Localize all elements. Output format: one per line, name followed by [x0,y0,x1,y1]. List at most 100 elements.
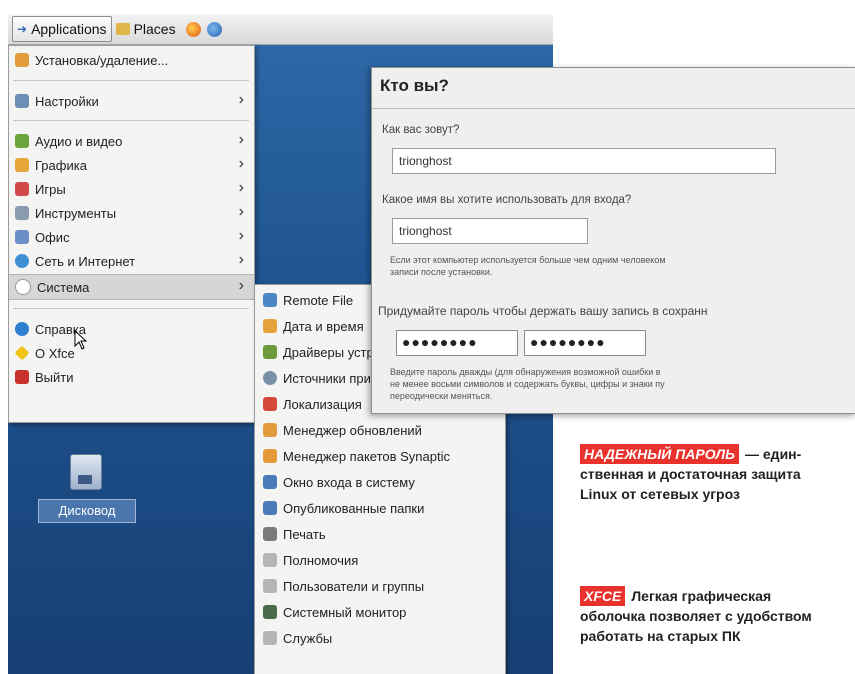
menu-item-graphics[interactable]: Графика › [9,153,254,177]
submenu-item-synaptic[interactable]: Менеджер пакетов Synaptic [255,443,505,469]
floppy-drive-label[interactable]: Дисковод [38,499,136,523]
submenu-item-label: Окно входа в систему [283,474,415,490]
chevron-right-icon: › [238,155,244,172]
menu-item-label: О Xfce [35,345,75,361]
password-label: Придумайте пароль чтобы держать вашу зап… [378,304,708,318]
network-icon [15,254,29,268]
sources-icon [263,371,277,385]
dialog-divider [372,108,855,109]
package-install-icon [15,53,29,67]
password-field[interactable]: ●●●●●●●● [396,330,518,356]
help-icon[interactable] [206,21,222,37]
firefox-icon[interactable] [185,21,201,37]
synaptic-icon [263,449,277,463]
applications-menu-button[interactable]: ➜ Applications [12,16,112,42]
menu-item-label: Графика [35,157,87,173]
submenu-item-label: Локализация [283,396,362,412]
remote-file-icon [263,293,277,307]
menu-item-games[interactable]: Игры › [9,177,254,201]
drivers-icon [263,345,277,359]
submenu-item-label: Полномочия [283,552,359,568]
floppy-drive-icon[interactable] [70,454,102,490]
password-note-line3: переодически меняться. [390,391,493,401]
menu-separator [13,80,249,81]
menu-item-label: Сеть и Интернет [35,253,136,269]
chevron-right-icon: › [238,179,244,196]
submenu-item-services[interactable]: Службы [255,625,505,651]
submenu-item-label: Дата и время [283,318,364,334]
menu-item-settings[interactable]: Настройки › [9,89,254,113]
tools-icon [15,206,29,220]
submenu-item-label: Системный монитор [283,604,407,620]
submenu-item-label: Пользователи и группы [283,578,425,594]
full-name-field[interactable]: trionghost [392,148,776,174]
xfce-caption-text-1: Легкая графическая [631,588,772,604]
name-label: Как вас зовут? [382,124,460,136]
password-note-line1: Введите пароль дважды (для обнаружения в… [390,367,661,377]
update-manager-icon [263,423,277,437]
password-caption-tag: НАДЕЖНЫЙ ПАРОЛЬ [580,444,739,464]
submenu-item-label: Remote File [283,292,354,308]
dialog-title: Кто вы? [380,76,449,95]
submenu-item-update-manager[interactable]: Менеджер обновлений [255,417,505,443]
xfce-caption-text-2: оболочка позволяет с удобством [580,608,812,624]
help-icon [15,322,29,336]
applications-arrow-icon: ➜ [17,22,28,36]
password-note-line2: не менее восьми символов и содержать бук… [390,379,665,389]
login-window-icon [263,475,277,489]
office-icon [15,230,29,244]
menu-separator [13,120,249,121]
login-label: Какое имя вы хотите использовать для вхо… [382,194,632,206]
shared-folders-icon [263,501,277,515]
menu-item-about-xfce[interactable]: О Xfce [9,341,254,365]
applications-label: Applications [31,21,107,37]
menu-item-label: Настройки [35,93,99,109]
places-menu-button[interactable]: Places [112,17,180,41]
menu-item-label: Офис [35,229,70,245]
menu-item-network[interactable]: Сеть и Интернет › [9,249,254,273]
mouse-cursor-icon [74,330,88,350]
menu-item-install-remove[interactable]: Установка/удаление... [9,48,254,72]
password-caption-text-3: Linux от сетевых угроз [580,486,740,502]
printer-icon [263,527,277,541]
chevron-right-icon: › [238,203,244,220]
submenu-item-label: Менеджер обновлений [283,422,422,438]
settings-icon [15,94,29,108]
submenu-item-system-monitor[interactable]: Системный монитор [255,599,505,625]
password-caption-text-2: ственная и достаточная защита [580,466,801,482]
places-folder-icon [115,23,130,35]
password-caption-text-1: — един- [745,446,802,462]
menu-item-help[interactable]: Справка [9,317,254,341]
submenu-item-printing[interactable]: Печать [255,521,505,547]
submenu-item-users-groups[interactable]: Пользователи и группы [255,573,505,599]
datetime-icon [263,319,277,333]
xfce-caption-text-3: работать на старых ПК [580,628,741,644]
chevron-right-icon: › [238,227,244,244]
username-field[interactable]: trionghost [392,218,588,244]
menu-item-tools[interactable]: Инструменты › [9,201,254,225]
permissions-icon [263,553,277,567]
multimedia-icon [15,134,29,148]
submenu-item-login-window[interactable]: Окно входа в систему [255,469,505,495]
logout-icon [15,370,29,384]
menu-item-label: Выйти [35,369,74,385]
password-caption: НАДЕЖНЫЙ ПАРОЛЬ — един- ственная и достат… [580,444,852,504]
submenu-item-label: Опубликованные папки [283,500,425,516]
submenu-item-permissions[interactable]: Полномочия [255,547,505,573]
places-label: Places [133,21,176,37]
system-monitor-icon [263,605,277,619]
submenu-item-label: Печать [283,526,326,542]
system-icon [15,279,31,295]
games-icon [15,182,29,196]
top-panel: ➜ Applications Places [8,14,553,45]
menu-item-audio-video[interactable]: Аудио и видео › [9,129,254,153]
menu-item-label: Игры [35,181,66,197]
menu-item-office[interactable]: Офис › [9,225,254,249]
xfce-caption: XFCE Легкая графическая оболочка позволяе… [580,586,852,646]
xfce-caption-tag: XFCE [580,586,626,606]
password-confirm-field[interactable]: ●●●●●●●● [524,330,646,356]
menu-item-logout[interactable]: Выйти [9,365,254,389]
menu-item-system[interactable]: Система › [9,274,254,300]
services-icon [263,631,277,645]
submenu-item-shared-folders[interactable]: Опубликованные папки [255,495,505,521]
